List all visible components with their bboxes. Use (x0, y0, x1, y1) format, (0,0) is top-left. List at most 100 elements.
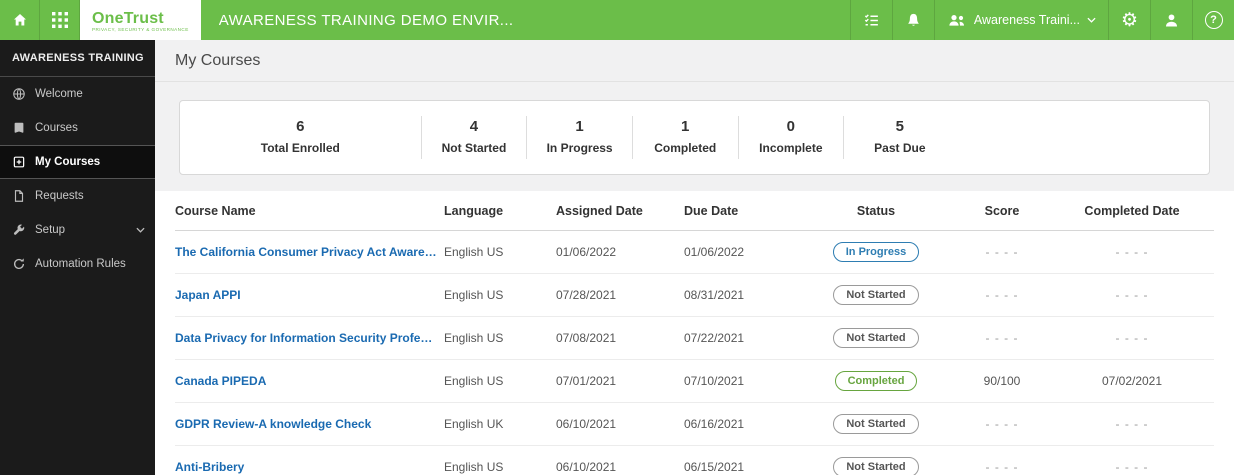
score-cell: - - - - (985, 417, 1019, 431)
status-cell: Completed (804, 360, 954, 402)
column-header-completed-date: Completed Date (1084, 204, 1180, 218)
completed-date-cell: - - - - (1115, 331, 1149, 345)
chevron-down-icon (1087, 17, 1096, 23)
onetrust-logo[interactable]: OneTrust PRIVACY, SECURITY & GOVERNANCE (80, 0, 201, 40)
score-cell: 90/100 (983, 374, 1021, 388)
status-cell: Not Started (804, 274, 954, 316)
chevron-down-icon (136, 227, 145, 233)
assigned-date-cell: 07/08/2021 (556, 331, 617, 345)
table-row: Data Privacy for Information Security Pr… (175, 317, 1214, 360)
column-header-course-name: Course Name (175, 204, 256, 218)
topbar-left: OneTrust PRIVACY, SECURITY & GOVERNANCE … (0, 0, 850, 40)
table-header-row: Course Name Language Assigned Date Due D… (175, 191, 1214, 231)
sidebar-item-setup[interactable]: Setup (0, 213, 155, 247)
user-profile-button[interactable] (1150, 0, 1192, 40)
home-button[interactable] (0, 0, 40, 40)
stat-label: In Progress (546, 141, 613, 155)
status-badge: Not Started (833, 285, 919, 305)
status-cell: Not Started (804, 317, 954, 359)
table-row: Japan APPI English US 07/28/2021 08/31/2… (175, 274, 1214, 317)
assigned-date-cell: 07/01/2021 (556, 374, 617, 388)
settings-gear-icon: ⚙ (1120, 9, 1139, 31)
sidebar-item-courses[interactable]: Courses (0, 111, 155, 145)
status-cell: In Progress (804, 231, 954, 273)
status-badge: Not Started (833, 328, 919, 348)
logo-text: OneTrust (92, 9, 164, 27)
sidebar-item-automation-rules[interactable]: Automation Rules (0, 247, 155, 281)
status-badge: Completed (834, 371, 918, 391)
table-row: Anti-Bribery English US 06/10/2021 06/15… (175, 446, 1214, 475)
sidebar-item-label: Setup (35, 223, 66, 236)
course-link[interactable]: Canada PIPEDA (175, 363, 444, 399)
score-cell: - - - - (985, 288, 1019, 302)
topbar-right: Awareness Traini... ⚙ ? (849, 0, 1234, 40)
apps-grid-icon (51, 12, 68, 28)
automation-refresh-icon (12, 257, 26, 271)
stat-value: 4 (469, 118, 479, 135)
completed-date-cell: - - - - (1115, 288, 1149, 302)
language-cell: English US (444, 374, 504, 388)
status-cell: Not Started (804, 403, 954, 445)
wrench-icon (12, 223, 26, 237)
stat-in-progress: 1 In Progress (526, 116, 632, 159)
stat-total-enrolled: 6 Total Enrolled (180, 116, 421, 159)
language-cell: English US (444, 331, 504, 345)
assigned-date-cell: 06/10/2021 (556, 417, 617, 431)
stat-value: 5 (895, 118, 904, 135)
sidebar-item-requests[interactable]: Requests (0, 179, 155, 213)
logo-tagline: PRIVACY, SECURITY & GOVERNANCE (92, 26, 189, 32)
sidebar-item-label: Requests (35, 189, 84, 202)
due-date-cell: 07/10/2021 (684, 374, 745, 388)
status-badge: Not Started (833, 414, 919, 434)
help-button[interactable]: ? (1192, 0, 1234, 40)
document-icon (12, 189, 26, 203)
language-cell: English US (444, 288, 504, 302)
course-link[interactable]: Data Privacy for Information Security Pr… (175, 320, 444, 356)
account-switcher-label: Awareness Traini... (973, 13, 1080, 27)
table-row: Canada PIPEDA English US 07/01/2021 07/1… (175, 360, 1214, 403)
settings-button[interactable]: ⚙ (1108, 0, 1150, 40)
due-date-cell: 08/31/2021 (684, 288, 745, 302)
stat-completed: 1 Completed (631, 116, 738, 159)
column-header-due-date: Due Date (684, 204, 739, 218)
language-cell: English US (444, 245, 504, 259)
completed-date-cell: 07/02/2021 (1101, 374, 1163, 388)
completed-date-cell: - - - - (1115, 245, 1149, 259)
courses-table: Course Name Language Assigned Date Due D… (155, 191, 1234, 475)
score-cell: - - - - (985, 331, 1019, 345)
status-cell: Not Started (804, 446, 954, 475)
page-title: My Courses (175, 52, 261, 69)
stat-value: 6 (296, 118, 305, 135)
main-content: My Courses 6 Total Enrolled 4 Not Starte… (155, 40, 1234, 475)
sidebar-item-my-courses[interactable]: My Courses (0, 145, 155, 179)
stat-value: 1 (681, 118, 690, 135)
sidebar-item-welcome[interactable]: Welcome (0, 77, 155, 111)
course-link[interactable]: The California Consumer Privacy Act Awar… (175, 234, 444, 270)
completed-date-cell: - - - - (1115, 460, 1149, 474)
column-header-status: Status (856, 204, 896, 218)
app-window: OneTrust PRIVACY, SECURITY & GOVERNANCE … (0, 0, 1234, 475)
sidebar-item-label: Courses (35, 121, 78, 134)
language-cell: English US (444, 460, 504, 474)
book-icon (12, 121, 26, 135)
course-link[interactable]: Anti-Bribery (175, 449, 444, 475)
due-date-cell: 07/22/2021 (684, 331, 745, 345)
stat-incomplete: 0 Incomplete (737, 116, 844, 159)
user-profile-icon (1163, 12, 1180, 29)
account-switcher[interactable]: Awareness Traini... (933, 0, 1108, 40)
sidebar-item-label: Automation Rules (35, 257, 126, 270)
sidebar-header: AWARENESS TRAINING (0, 40, 155, 77)
course-link[interactable]: GDPR Review-A knowledge Check (175, 406, 444, 442)
home-icon (12, 12, 28, 28)
apps-grid-button[interactable] (40, 0, 80, 40)
score-cell: - - - - (985, 245, 1019, 259)
top-navigation-bar: OneTrust PRIVACY, SECURITY & GOVERNANCE … (0, 0, 1234, 40)
sidebar: AWARENESS TRAINING Welcome Courses My Co… (0, 40, 155, 475)
notifications-button[interactable] (891, 0, 934, 40)
course-link[interactable]: Japan APPI (175, 277, 444, 313)
tasks-button[interactable] (849, 0, 892, 40)
stat-label: Total Enrolled (260, 141, 340, 155)
stat-not-started: 4 Not Started (420, 116, 527, 159)
notifications-bell-icon (905, 12, 922, 29)
status-badge: In Progress (832, 242, 920, 262)
